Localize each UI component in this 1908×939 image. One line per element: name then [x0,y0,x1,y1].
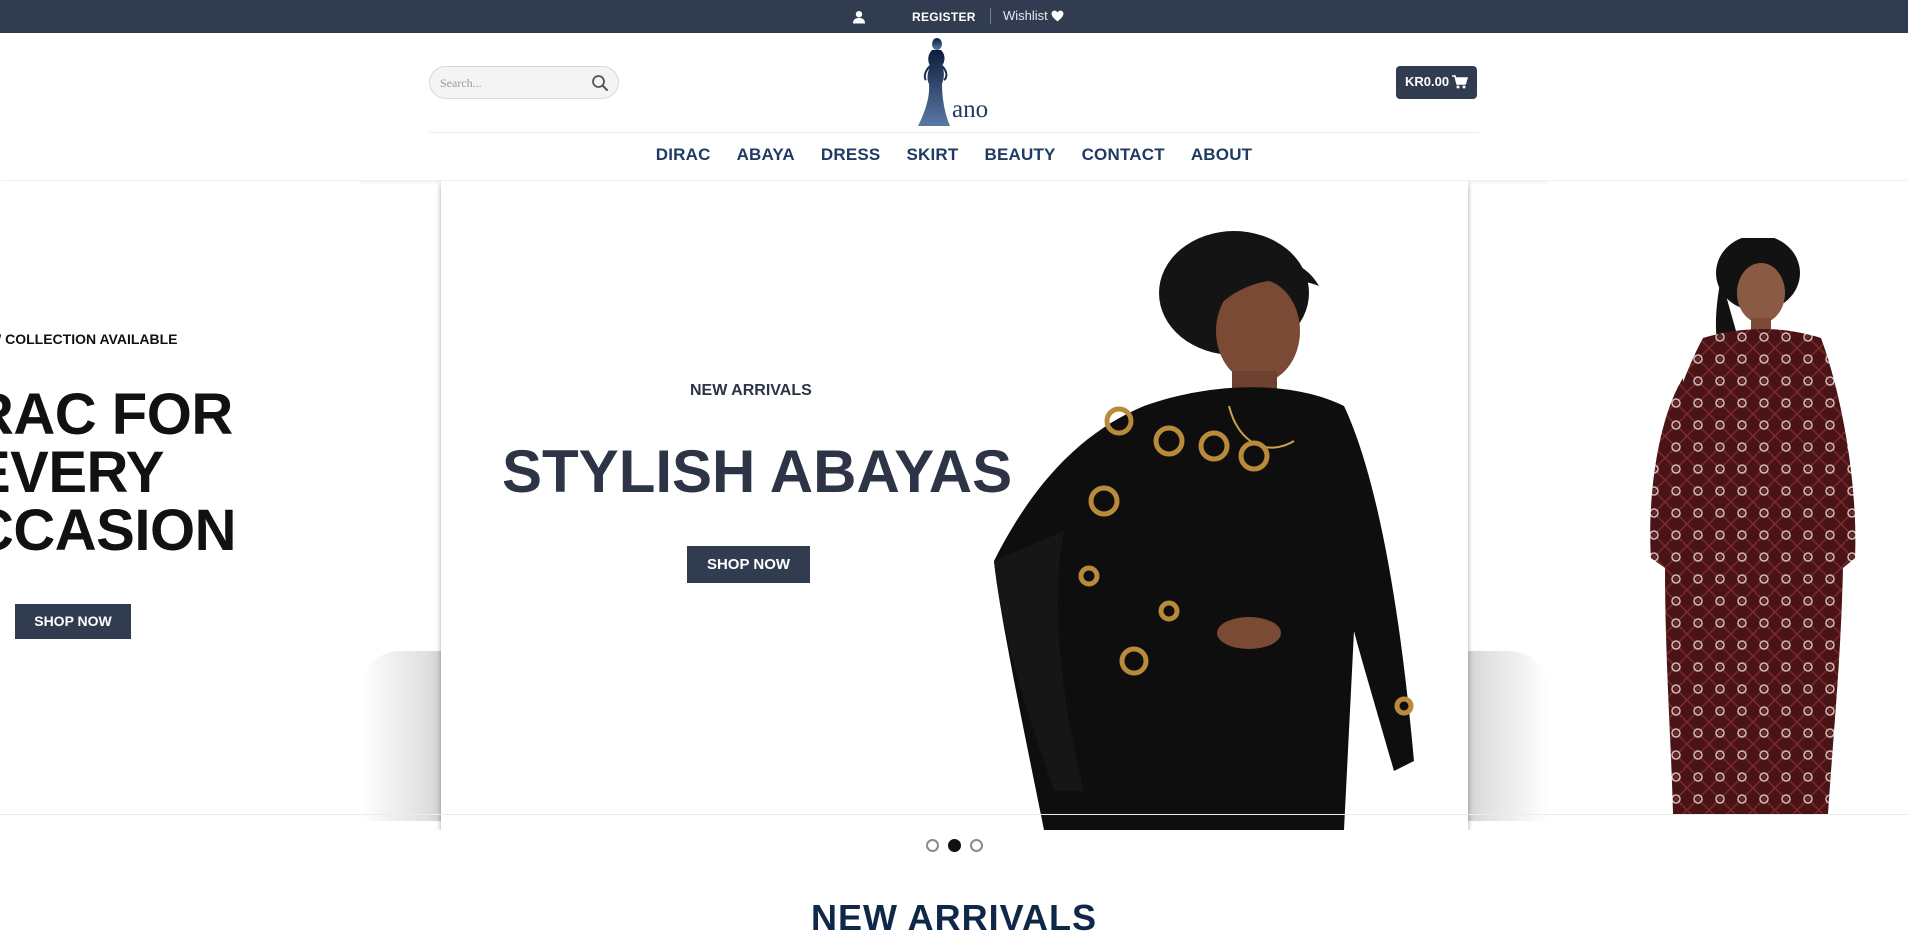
nav-item-dress[interactable]: DRESS [821,145,881,165]
slide-heading: STYLISH ABAYAS [502,438,1013,505]
wishlist-label: Wishlist [1003,8,1048,23]
slider-dot-3[interactable] [970,839,983,852]
topbar-divider [990,8,991,24]
abaya-model-image [994,231,1414,830]
heart-icon [1051,10,1064,22]
user-icon[interactable] [852,10,866,24]
nav-item-skirt[interactable]: SKIRT [906,145,958,165]
search-box[interactable] [429,66,619,99]
slide-kicker: W COLLECTION AVAILABLE [0,331,178,347]
slide-next [1548,181,1908,814]
patterned-dress-model-image [1650,238,1856,814]
slide-shadow-left [360,651,442,821]
search-icon[interactable] [591,74,609,92]
hero-slider[interactable]: W COLLECTION AVAILABLE RAC FOR EVERY CCA… [0,181,1908,830]
section-title: NEW ARRIVALS [811,897,1097,938]
slide-kicker: NEW ARRIVALS [690,382,812,399]
cart-total: KR0.00 [1405,74,1450,89]
site-logo[interactable]: ano [904,36,1014,128]
cart-button[interactable]: KR0.00 [1396,66,1477,99]
register-link[interactable]: REGISTER [912,10,976,24]
main-nav: DIRAC ABAYA DRESS SKIRT BEAUTY CONTACT A… [0,145,1908,165]
nav-item-dirac[interactable]: DIRAC [656,145,711,165]
slider-dot-2[interactable] [948,839,961,852]
header-divider [429,132,1479,133]
search-input[interactable] [440,74,580,92]
wishlist-link[interactable]: Wishlist [1003,8,1064,23]
logo-text: ano [952,96,989,123]
slide-heading: RAC FOR EVERY CCASION [0,382,236,563]
nav-item-beauty[interactable]: BEAUTY [984,145,1055,165]
slide-active: NEW ARRIVALS STYLISH ABAYAS SHOP NOW [441,181,1468,830]
nav-item-contact[interactable]: CONTACT [1082,145,1165,165]
nav-item-abaya[interactable]: ABAYA [737,145,795,165]
cart-icon [1452,75,1468,89]
site-header: ano KR0.00 DIRAC ABAYA DRESS SKIRT BEAUT… [0,33,1908,180]
slider-dot-1[interactable] [926,839,939,852]
shop-now-button[interactable]: SHOP NOW [687,546,810,583]
shop-now-button[interactable]: SHOP NOW [15,604,131,639]
nav-item-about[interactable]: ABOUT [1191,145,1252,165]
slider-baseline [0,814,1908,815]
slide-shadow-right [1467,651,1549,821]
slide-previous: W COLLECTION AVAILABLE RAC FOR EVERY CCA… [0,181,360,814]
top-bar: REGISTER Wishlist [0,0,1908,33]
